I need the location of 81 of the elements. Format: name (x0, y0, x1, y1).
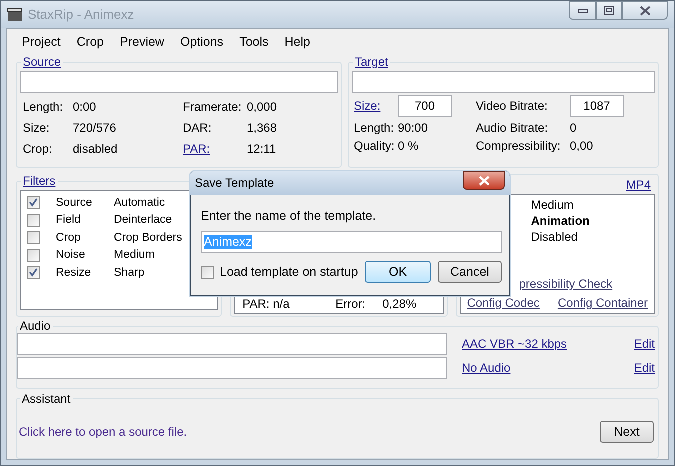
checkbox[interactable] (27, 231, 40, 244)
window-title: StaxRip - Animexz (28, 7, 134, 22)
field-value: 0 % (398, 139, 420, 153)
close-icon (478, 176, 490, 186)
config-container-link[interactable]: Config Container (558, 296, 648, 310)
target-path-field[interactable] (352, 71, 655, 93)
source-path-field[interactable] (20, 71, 338, 93)
field-value: 0,00 (570, 139, 594, 153)
encoder-value: Medium (531, 197, 575, 213)
filter-name[interactable]: Noise (56, 249, 114, 262)
value-field[interactable]: 1087 (570, 95, 624, 117)
par-text: PAR: n/a (242, 297, 291, 311)
checkbox[interactable] (27, 248, 40, 262)
minimize-icon (578, 8, 588, 12)
field-value: disabled (73, 142, 119, 156)
value-field[interactable]: 700 (398, 95, 452, 117)
dialog-button[interactable]: Cancel (438, 261, 502, 283)
maximize-button[interactable] (596, 1, 622, 20)
audio-file-field[interactable] (17, 357, 447, 379)
clapperboard-icon (7, 8, 23, 22)
dialog-prompt: Enter the name of the template. (201, 209, 378, 223)
dialog-button[interactable]: OK (365, 261, 431, 283)
edit-link[interactable]: Edit (634, 337, 655, 351)
field-value: 0 (570, 121, 578, 135)
menu-item[interactable]: Help (276, 35, 318, 49)
audio-profile-link[interactable]: AAC VBR ~32 kbps (462, 337, 568, 351)
field-value: 12:11 (247, 142, 278, 156)
field-label: DAR: (183, 121, 213, 135)
filter-name[interactable]: Source (56, 196, 114, 209)
menu-item[interactable]: Tools (232, 35, 277, 49)
source-link[interactable]: Source (23, 55, 62, 69)
menu-item[interactable]: Options (172, 35, 232, 49)
assistant-heading: Assistant (21, 392, 72, 406)
checkbox[interactable] (201, 266, 214, 278)
container-link[interactable]: MP4 (626, 178, 651, 192)
field-value: 0,000 (247, 100, 278, 114)
open-source-link[interactable]: Click here to open a source file. (19, 424, 188, 439)
field-value: 90:00 (398, 121, 430, 135)
menu-item[interactable]: Crop (68, 35, 112, 49)
next-button[interactable]: Next (600, 420, 654, 443)
field-label: Size: (23, 121, 51, 135)
menu-item[interactable]: Project (14, 35, 69, 49)
field-value: 0:00 (73, 100, 98, 114)
field-label: Length: (23, 100, 64, 114)
field-label: Video Bitrate: (476, 99, 549, 113)
field-label: Framerate: (183, 100, 243, 114)
field-link[interactable]: PAR: (183, 142, 247, 156)
target-link[interactable]: Target (355, 55, 388, 69)
encoder-value: Animation (531, 213, 591, 229)
audio-profile-link[interactable]: No Audio (462, 361, 511, 375)
checkbox[interactable] (27, 266, 40, 280)
close-button[interactable] (463, 171, 505, 190)
filter-name[interactable]: Field (56, 214, 114, 226)
field-label: Compressibility: (476, 139, 562, 153)
close-icon (640, 6, 650, 16)
encoder-value: Disabled (531, 229, 579, 245)
error-label: Error: (336, 297, 367, 311)
maximize-icon (604, 6, 614, 15)
field-label: Audio Bitrate: (476, 121, 550, 135)
checkbox-label[interactable]: Load template on startup (220, 265, 358, 279)
field-label: Length: (354, 121, 396, 135)
edit-link[interactable]: Edit (634, 361, 655, 375)
field-link[interactable]: Size: (354, 99, 398, 113)
field-value: 720/576 (73, 121, 118, 135)
audio-file-field[interactable] (17, 333, 447, 355)
config-codec-link[interactable]: Config Codec (467, 296, 540, 310)
field-label: Crop: (23, 142, 54, 156)
filter-name[interactable]: Crop (56, 232, 114, 244)
checkbox[interactable] (27, 214, 40, 227)
audio-heading: Audio (19, 319, 52, 333)
menu-item[interactable]: Preview (112, 35, 172, 49)
close-button[interactable] (622, 1, 668, 20)
field-label: Quality: (354, 139, 396, 153)
minimize-button[interactable] (569, 1, 596, 20)
checkbox[interactable] (27, 196, 40, 210)
compressibility-check-link[interactable]: pressibility Check (519, 277, 648, 291)
field-value: 1,368 (247, 121, 278, 135)
filter-name[interactable]: Resize (56, 266, 114, 279)
dialog-title: Save Template (195, 176, 274, 190)
filters-link[interactable]: Filters (23, 174, 56, 188)
error-value: 0,28% (382, 297, 417, 311)
